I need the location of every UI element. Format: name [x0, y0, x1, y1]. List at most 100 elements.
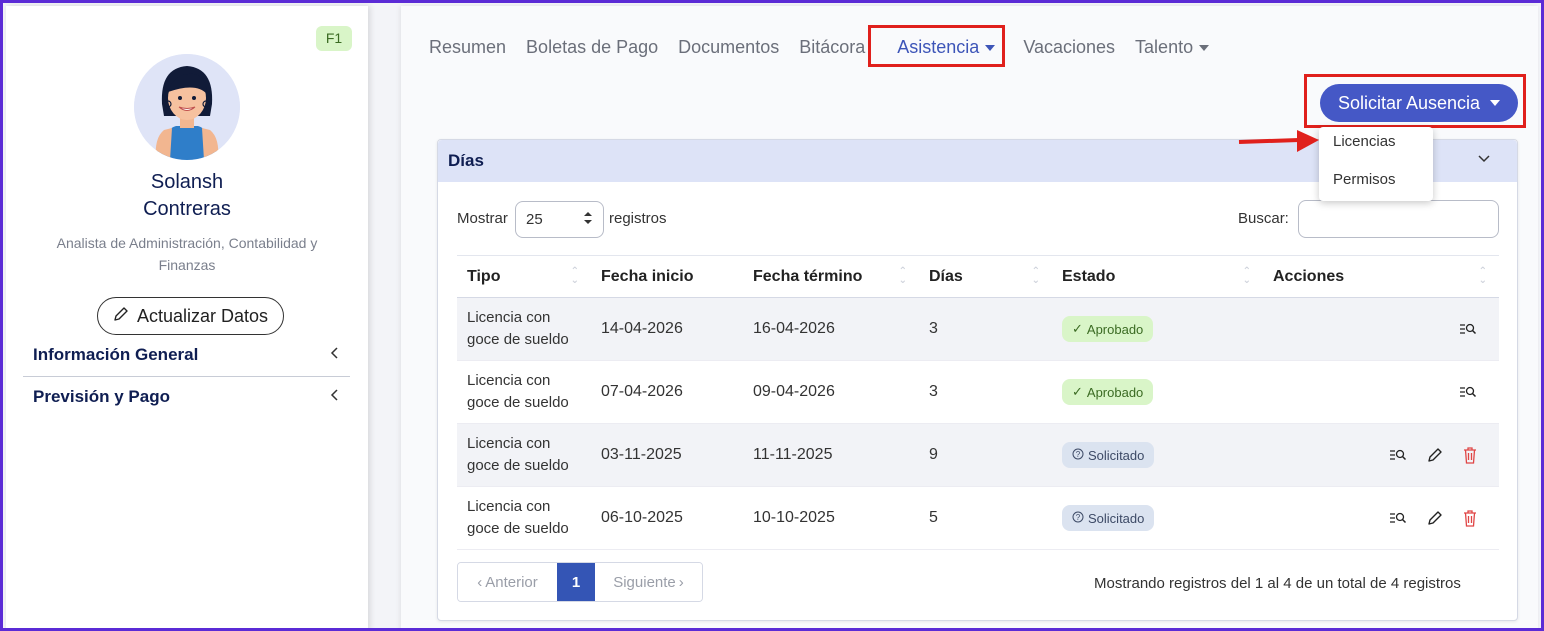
sort-icon: ⌃ ⌄: [570, 266, 579, 286]
tab-bar: Resumen Boletas de Pago Documentos Bitác…: [429, 32, 1219, 62]
pagination: ‹ Anterior 1 Siguiente ›: [457, 562, 703, 602]
highlight-asistencia: [868, 25, 1005, 67]
column-header-fecha-inicio[interactable]: Fecha inicio: [591, 255, 743, 298]
caret-down-icon: [1490, 100, 1501, 106]
profile-card: F1 Solansh Contreras Analista de Adminis…: [6, 6, 368, 628]
trash-icon[interactable]: [1463, 446, 1477, 464]
accordion-label: Información General: [33, 345, 199, 364]
column-header-dias[interactable]: Días ⌃ ⌄: [919, 255, 1052, 298]
cell-dias: 3: [919, 297, 1052, 361]
view-details-icon[interactable]: [1389, 448, 1407, 462]
cell-estado: ✓ Aprobado: [1052, 360, 1263, 424]
table-row: Licencia con goce de sueldo 06-10-2025 10…: [457, 486, 1499, 550]
accordion-prevision-pago[interactable]: Previsión y Pago: [23, 377, 350, 417]
update-data-label: Actualizar Datos: [136, 305, 269, 326]
sort-icon: ⌃ ⌄: [898, 266, 907, 286]
pagination-prev-button[interactable]: ‹ Anterior: [458, 563, 557, 601]
sort-icon: ⌃ ⌄: [1478, 266, 1487, 286]
chevron-left-icon: ‹: [477, 573, 483, 591]
pagination-next-button[interactable]: Siguiente ›: [595, 563, 702, 601]
column-header-acciones[interactable]: Acciones ⌃ ⌄: [1263, 255, 1499, 298]
card-title: Días: [448, 151, 484, 170]
cell-estado: ? Solicitado: [1052, 423, 1263, 487]
tab-label: Talento: [1135, 36, 1194, 57]
status-badge: ✓ Aprobado: [1062, 316, 1154, 342]
cell-fecha-termino: 11-11-2025: [743, 423, 919, 487]
days-card: Días Mostrar 25 registros Buscar: Tipo ⌃ ⌄: [437, 139, 1518, 621]
cell-dias: 9: [919, 423, 1052, 487]
cell-tipo: Licencia con goce de sueldo: [457, 360, 591, 424]
person-name: Solansh Contreras: [6, 169, 368, 223]
column-header-fecha-termino[interactable]: Fecha término ⌃ ⌄: [743, 255, 919, 298]
chevron-left-icon: [330, 346, 340, 364]
page-length-value: 25: [526, 211, 543, 228]
person-first-name: Solansh: [150, 171, 224, 193]
view-details-icon[interactable]: [1389, 511, 1407, 525]
tab-boletas-de-pago[interactable]: Boletas de Pago: [516, 37, 668, 58]
table-row: Licencia con goce de sueldo 07-04-2026 09…: [457, 360, 1499, 424]
column-header-tipo[interactable]: Tipo ⌃ ⌄: [457, 255, 591, 298]
dropdown-item-permisos[interactable]: Permisos: [1333, 171, 1396, 188]
cell-dias: 3: [919, 360, 1052, 424]
f1-badge: F1: [316, 26, 352, 51]
app-window: F1 Solansh Contreras Analista de Adminis…: [0, 0, 1544, 631]
sort-icon: ⌃ ⌄: [1031, 266, 1040, 286]
svg-text:?: ?: [1076, 450, 1081, 459]
tab-documentos[interactable]: Documentos: [668, 37, 789, 58]
search-label: Buscar:: [1238, 210, 1289, 227]
cell-fecha-termino: 16-04-2026: [743, 297, 919, 361]
cell-tipo: Licencia con goce de sueldo: [457, 486, 591, 550]
cell-fecha-inicio: 07-04-2026: [591, 360, 743, 424]
cell-acciones: [1263, 360, 1499, 424]
tab-resumen[interactable]: Resumen: [429, 37, 516, 58]
records-label: registros: [609, 210, 667, 227]
cell-dias: 5: [919, 486, 1052, 550]
accordion-label: Previsión y Pago: [33, 387, 170, 406]
avatar: [134, 54, 240, 160]
days-table: Tipo ⌃ ⌄ Fecha inicio Fecha término ⌃ ⌄ Días…: [457, 255, 1499, 550]
show-label: Mostrar: [457, 210, 508, 227]
person-role: Analista de Administración, Contabilidad…: [56, 235, 318, 273]
sort-icon: ⌃ ⌄: [1242, 266, 1251, 286]
request-absence-button[interactable]: Solicitar Ausencia: [1320, 84, 1518, 122]
question-circle-icon: ?: [1072, 511, 1084, 526]
cell-estado: ✓ Aprobado: [1052, 297, 1263, 361]
request-absence-dropdown: Licencias Permisos: [1319, 127, 1433, 201]
update-data-button[interactable]: Actualizar Datos: [97, 297, 284, 335]
cell-tipo: Licencia con goce de sueldo: [457, 297, 591, 361]
trash-icon[interactable]: [1463, 509, 1477, 527]
person-last-name: Contreras: [143, 198, 231, 220]
pencil-icon: [113, 306, 129, 327]
cell-fecha-termino: 10-10-2025: [743, 486, 919, 550]
avatar-illustration: [134, 54, 240, 160]
svg-text:?: ?: [1076, 513, 1081, 522]
accordion-informacion-general[interactable]: Información General: [23, 335, 350, 375]
tab-talento[interactable]: Talento: [1125, 37, 1219, 58]
chevron-down-icon[interactable]: [1478, 150, 1490, 166]
main-panel: Resumen Boletas de Pago Documentos Bitác…: [401, 6, 1538, 628]
dropdown-item-licencias[interactable]: Licencias: [1333, 133, 1396, 150]
status-badge: ? Solicitado: [1062, 442, 1155, 468]
chevron-left-icon: [330, 388, 340, 406]
status-badge: ✓ Aprobado: [1062, 379, 1154, 405]
page-length-select[interactable]: 25: [515, 201, 604, 238]
table-row: Licencia con goce de sueldo 14-04-2026 16…: [457, 297, 1499, 361]
cell-fecha-inicio: 06-10-2025: [591, 486, 743, 550]
pagination-page-button[interactable]: 1: [557, 563, 595, 601]
red-arrow-annotation: [1238, 130, 1319, 152]
cell-fecha-inicio: 03-11-2025: [591, 423, 743, 487]
sort-updown-icon: [583, 211, 593, 229]
column-header-estado[interactable]: Estado ⌃ ⌄: [1052, 255, 1263, 298]
cell-acciones: [1263, 297, 1499, 361]
pencil-icon[interactable]: [1427, 447, 1443, 463]
view-details-icon[interactable]: [1459, 385, 1477, 399]
tab-vacaciones[interactable]: Vacaciones: [1005, 37, 1125, 58]
cell-tipo: Licencia con goce de sueldo: [457, 423, 591, 487]
table-row: Licencia con goce de sueldo 03-11-2025 11…: [457, 423, 1499, 487]
view-details-icon[interactable]: [1459, 322, 1477, 336]
check-icon: ✓: [1072, 321, 1083, 336]
cell-estado: ? Solicitado: [1052, 486, 1263, 550]
pencil-icon[interactable]: [1427, 510, 1443, 526]
caret-down-icon: [1199, 44, 1210, 51]
search-input[interactable]: [1298, 200, 1499, 238]
